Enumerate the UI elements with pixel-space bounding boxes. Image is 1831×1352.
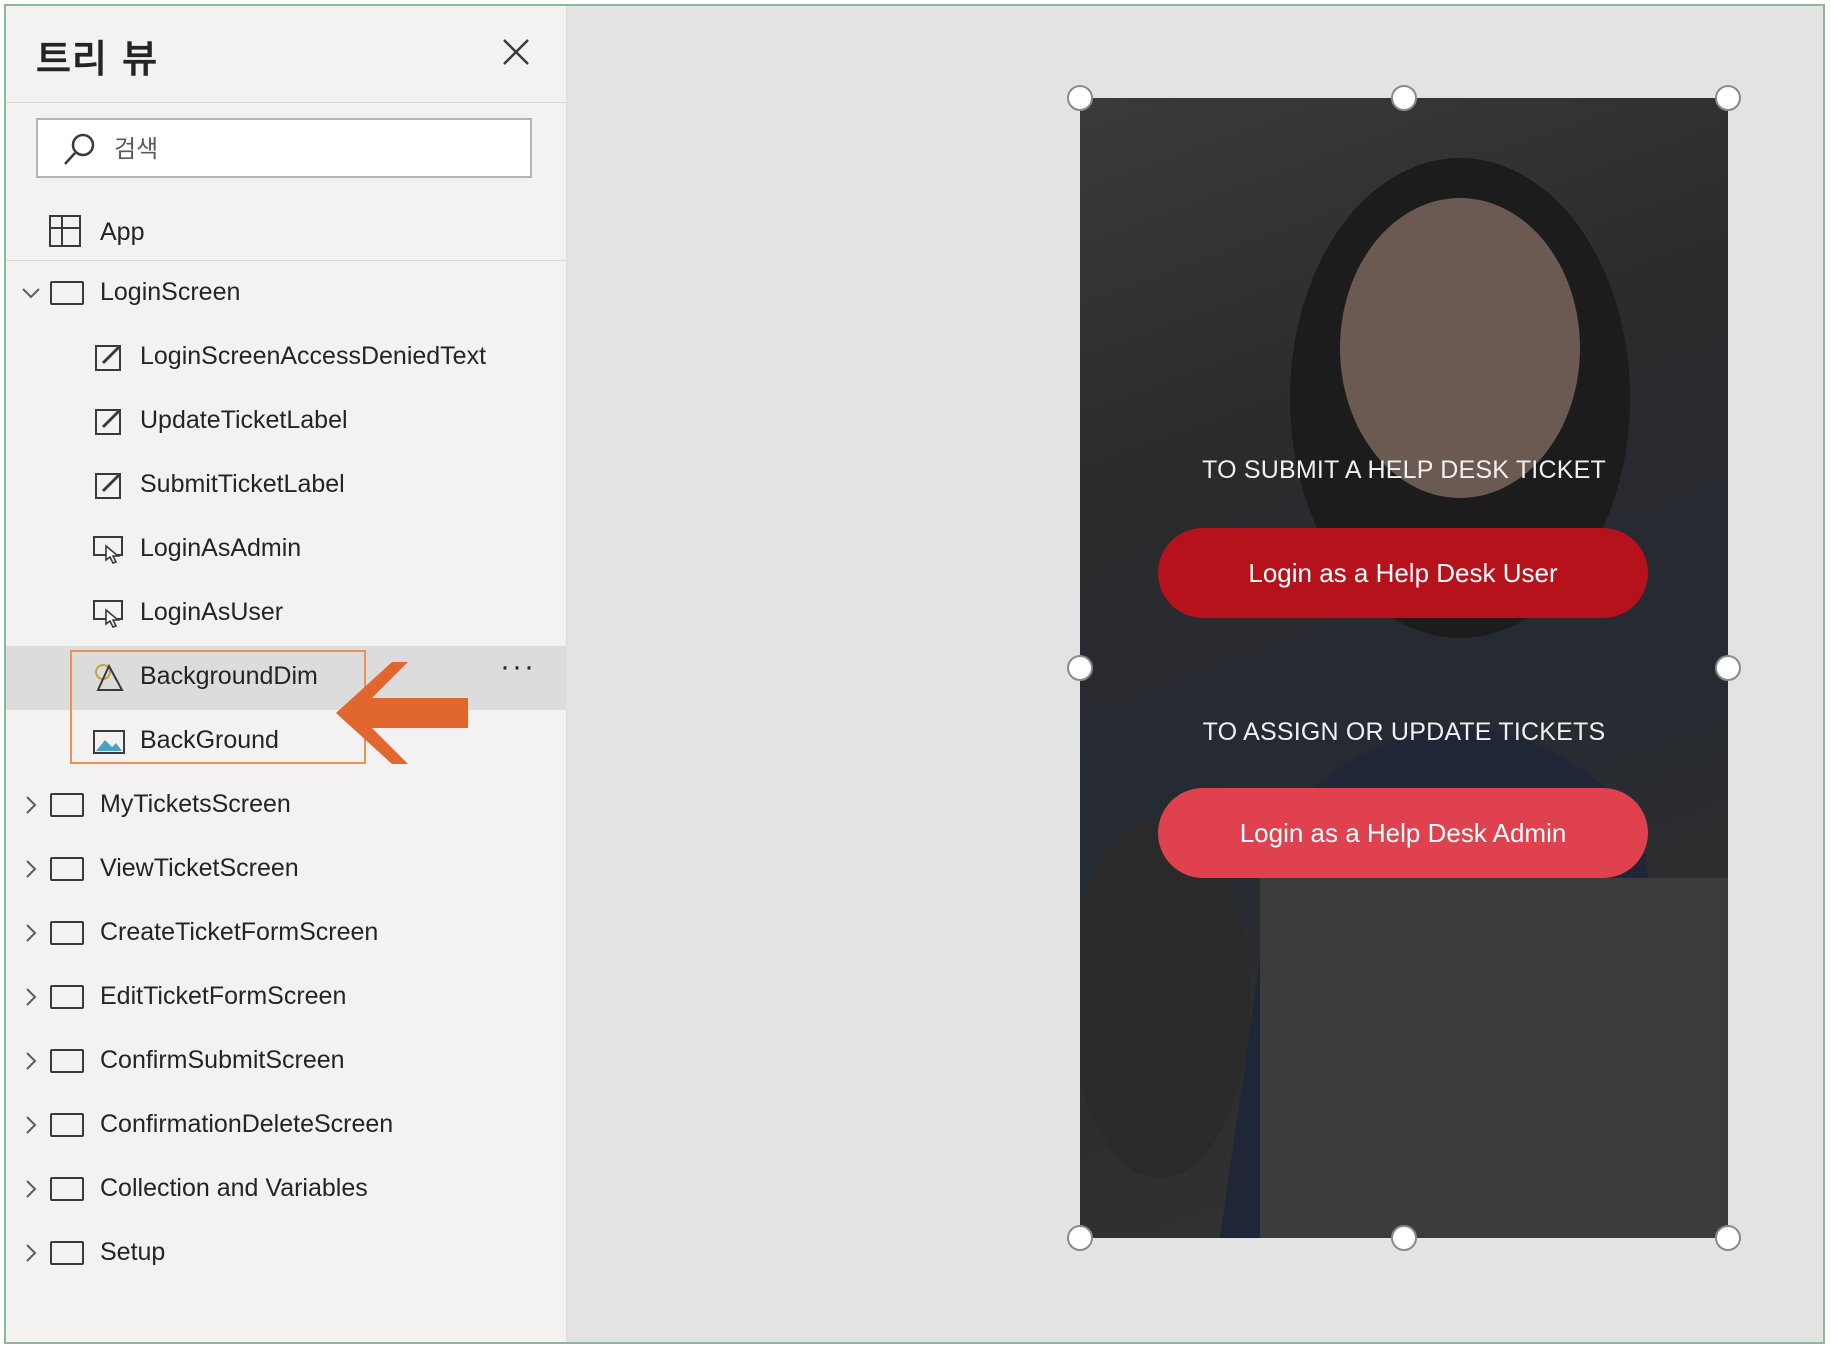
chevron-right-icon[interactable] bbox=[18, 984, 44, 1010]
update-ticket-label: TO ASSIGN OR UPDATE TICKETS bbox=[1202, 718, 1606, 746]
submit-ticket-label: TO SUBMIT A HELP DESK TICKET bbox=[1202, 456, 1606, 484]
chevron-right-icon[interactable] bbox=[18, 792, 44, 818]
tree-item-label: SubmitTicketLabel bbox=[140, 470, 345, 498]
screen-icon bbox=[50, 793, 84, 817]
tree-item-label: MyTicketsScreen bbox=[100, 790, 291, 818]
resize-handle-top-right[interactable] bbox=[1715, 85, 1741, 111]
screen-icon bbox=[50, 1049, 84, 1073]
button-icon bbox=[93, 600, 123, 628]
window-frame: 트리 뷰 App bbox=[4, 4, 1825, 1344]
tree-item-setup[interactable]: Setup bbox=[6, 1222, 566, 1286]
tree-item-loginasadmin[interactable]: LoginAsAdmin bbox=[6, 518, 566, 582]
resize-handle-right[interactable] bbox=[1715, 655, 1741, 681]
edit-text-icon bbox=[95, 344, 122, 371]
resize-handle-top-left[interactable] bbox=[1067, 85, 1093, 111]
tree-item-submitticketlabel[interactable]: SubmitTicketLabel bbox=[6, 454, 566, 518]
resize-handle-bottom[interactable] bbox=[1391, 1225, 1417, 1251]
tree-item-label: LoginAsUser bbox=[140, 598, 284, 626]
screen-icon bbox=[50, 1241, 84, 1265]
close-icon bbox=[503, 39, 529, 65]
search-box[interactable] bbox=[36, 118, 532, 178]
tree-item-label: Collection and Variables bbox=[100, 1174, 368, 1202]
screen-icon bbox=[50, 281, 84, 305]
tree-item-label: LoginScreen bbox=[100, 278, 241, 306]
tree-item-label: Setup bbox=[100, 1238, 166, 1266]
search-icon bbox=[64, 133, 95, 165]
tree-item-label: ViewTicketScreen bbox=[100, 854, 299, 882]
highlight-box bbox=[70, 650, 366, 764]
tree-item-confirmsubmitscreen[interactable]: ConfirmSubmitScreen bbox=[6, 1030, 566, 1094]
close-button[interactable] bbox=[496, 32, 536, 72]
screen-icon bbox=[50, 1177, 84, 1201]
search-input[interactable] bbox=[112, 130, 516, 168]
screen-icon bbox=[50, 985, 84, 1009]
tree-header: 트리 뷰 bbox=[6, 6, 566, 103]
tree-item-loginasuser[interactable]: LoginAsUser bbox=[6, 582, 566, 646]
more-options-button[interactable]: ··· bbox=[500, 650, 536, 684]
login-as-user-button[interactable]: Login as a Help Desk User bbox=[1158, 528, 1648, 618]
button-icon bbox=[93, 536, 123, 564]
tree-item-label: UpdateTicketLabel bbox=[140, 406, 348, 434]
resize-handle-bottom-right[interactable] bbox=[1715, 1225, 1741, 1251]
tree-item-createticketformscreen[interactable]: CreateTicketFormScreen bbox=[6, 902, 566, 966]
chevron-right-icon[interactable] bbox=[18, 1240, 44, 1266]
tree-item-label: EditTicketFormScreen bbox=[100, 982, 347, 1010]
tree-item-updateticketlabel[interactable]: UpdateTicketLabel bbox=[6, 390, 566, 454]
resize-handle-left[interactable] bbox=[1067, 655, 1093, 681]
chevron-right-icon[interactable] bbox=[18, 1048, 44, 1074]
tree-item-loginscreenaccessdeniedtext[interactable]: LoginScreenAccessDeniedText bbox=[6, 326, 566, 390]
tree-item-editticketformscreen[interactable]: EditTicketFormScreen bbox=[6, 966, 566, 1030]
chevron-right-icon[interactable] bbox=[18, 920, 44, 946]
tree-item-label: LoginAsAdmin bbox=[140, 534, 302, 562]
chevron-right-icon[interactable] bbox=[18, 1112, 44, 1138]
tree-item-label: ConfirmSubmitScreen bbox=[100, 1046, 345, 1074]
app-label: App bbox=[100, 218, 145, 246]
screen-icon bbox=[50, 857, 84, 881]
tree-item-viewticketscreen[interactable]: ViewTicketScreen bbox=[6, 838, 566, 902]
edit-text-icon bbox=[95, 408, 122, 435]
resize-handle-top[interactable] bbox=[1391, 85, 1417, 111]
panel-title: 트리 뷰 bbox=[36, 37, 159, 81]
screen-icon bbox=[50, 921, 84, 945]
tree-item-loginscreen[interactable]: LoginScreen bbox=[6, 262, 566, 326]
background-image bbox=[1080, 158, 1728, 1238]
tree-view-panel: 트리 뷰 App bbox=[6, 6, 567, 1342]
chevron-right-icon[interactable] bbox=[18, 1176, 44, 1202]
chevron-right-icon[interactable] bbox=[18, 856, 44, 882]
tree-item-label: CreateTicketFormScreen bbox=[100, 918, 379, 946]
tree-item-confirmationdeletescreen[interactable]: ConfirmationDeleteScreen bbox=[6, 1094, 566, 1158]
screen-icon bbox=[50, 1113, 84, 1137]
tree-item-app[interactable]: App bbox=[6, 202, 566, 261]
edit-text-icon bbox=[95, 472, 122, 499]
login-screen-canvas[interactable]: TO SUBMIT A HELP DESK TICKET Login as a … bbox=[1080, 98, 1728, 1238]
chevron-down-icon[interactable] bbox=[18, 280, 44, 306]
tree-item-label: LoginScreenAccessDeniedText bbox=[140, 342, 487, 370]
annotation-arrow-icon bbox=[336, 662, 468, 764]
resize-handle-bottom-left[interactable] bbox=[1067, 1225, 1093, 1251]
tree-item-myticketsscreen[interactable]: MyTicketsScreen bbox=[6, 774, 566, 838]
app-icon bbox=[49, 215, 81, 247]
tree-item-collection-and-variables[interactable]: Collection and Variables bbox=[6, 1158, 566, 1222]
login-as-admin-button[interactable]: Login as a Help Desk Admin bbox=[1158, 788, 1648, 878]
tree-item-label: ConfirmationDeleteScreen bbox=[100, 1110, 394, 1138]
